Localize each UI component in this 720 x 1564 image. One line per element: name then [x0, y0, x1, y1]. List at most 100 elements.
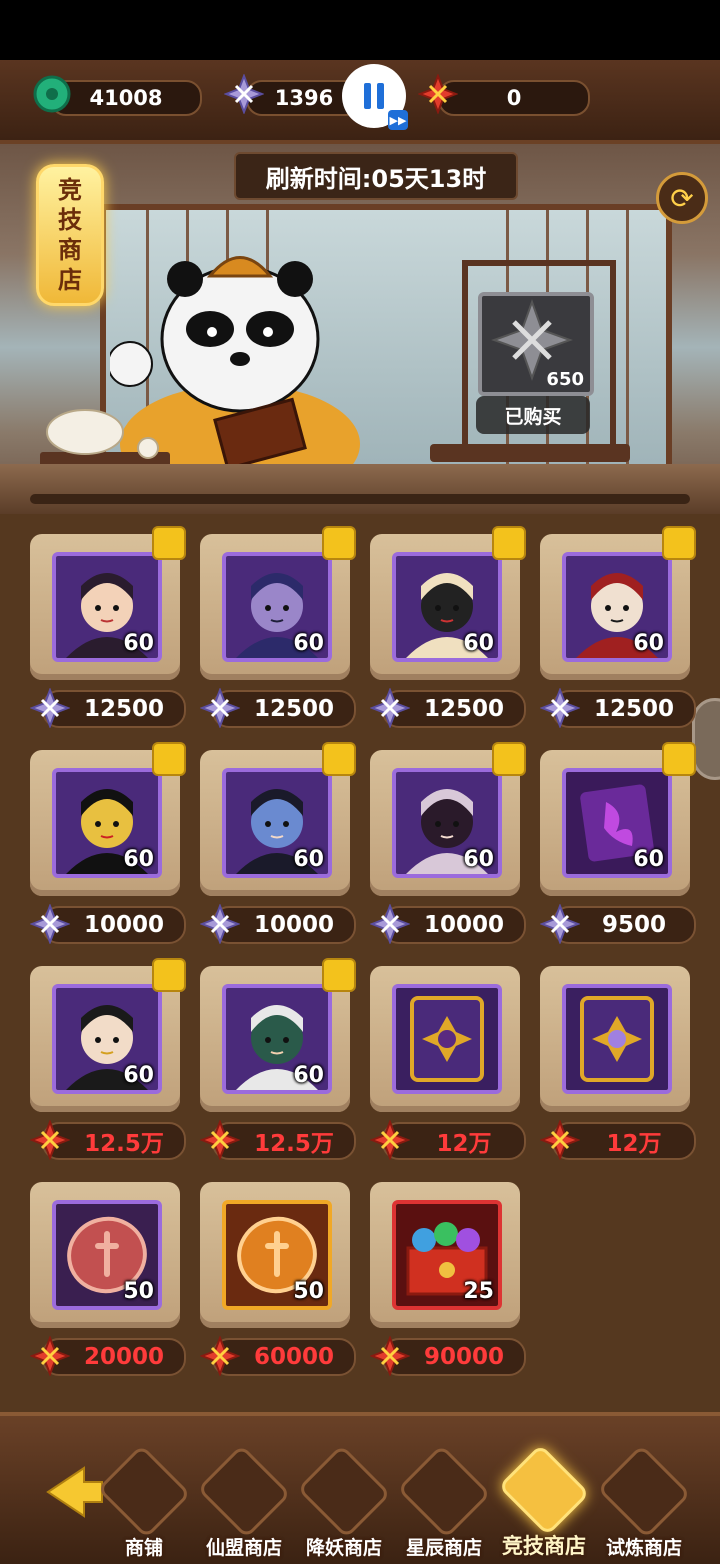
crystal-star-icon [540, 904, 580, 944]
puzzle-piece-icon [662, 742, 696, 776]
item-frame[interactable]: 60 [370, 526, 526, 680]
puzzle-piece-icon [492, 526, 526, 560]
nav-tab[interactable]: 仙盟商店 [196, 1444, 292, 1560]
price-tag[interactable]: 10000 [200, 904, 356, 944]
jade-value: 41008 [89, 86, 163, 110]
item-quantity: 60 [463, 631, 494, 656]
price-tag[interactable]: 12500 [370, 688, 526, 728]
item-frame[interactable]: 25 [370, 1182, 520, 1328]
price-tag[interactable]: 12万 [540, 1120, 696, 1160]
puzzle-piece-icon [152, 958, 186, 992]
banner-icon [196, 1444, 292, 1539]
item-image [562, 984, 672, 1094]
price-value: 12万 [606, 1131, 662, 1157]
item-quantity: 60 [123, 631, 154, 656]
item-frame[interactable]: 60 [540, 526, 696, 680]
puzzle-piece-icon [152, 526, 186, 560]
shop-counter [0, 464, 720, 514]
item-image: 60 [222, 768, 332, 878]
item-quantity: 25 [463, 1279, 494, 1304]
price-tag[interactable]: 10000 [30, 904, 186, 944]
swords-counter: 0 [438, 80, 590, 116]
item-quantity: 60 [293, 847, 324, 872]
jade-icon [33, 75, 71, 113]
price-tag[interactable]: 9500 [540, 904, 696, 944]
nav-tab[interactable]: 降妖商店 [296, 1444, 392, 1560]
pause-button[interactable]: ▶▶ [342, 64, 408, 130]
side-drawer-handle[interactable] [692, 698, 720, 780]
puzzle-piece-icon [322, 958, 356, 992]
item-image: 60 [52, 984, 162, 1094]
price-value: 12500 [83, 696, 165, 722]
price-value: 10000 [253, 912, 335, 938]
item-quantity: 60 [123, 847, 154, 872]
item-image: 60 [52, 768, 162, 878]
crystal-value: 1396 [274, 86, 334, 110]
price-tag[interactable]: 12500 [540, 688, 696, 728]
item-image: 50 [222, 1200, 332, 1310]
nav-tab-label: 降妖商店 [305, 1537, 382, 1559]
nav-tab-label: 竞技商店 [502, 1534, 586, 1558]
tarot-card-icon [566, 988, 668, 1090]
nav-tab[interactable]: 试炼商店 [596, 1444, 692, 1560]
price-value: 12万 [436, 1131, 492, 1157]
fast-forward-icon[interactable]: ▶▶ [388, 110, 408, 130]
tarot-card-icon [396, 988, 498, 1090]
crystal-star-icon [200, 688, 240, 728]
item-image: 60 [392, 768, 502, 878]
item-image: 50 [52, 1200, 162, 1310]
red-swords-icon [200, 1120, 240, 1160]
price-tag[interactable]: 90000 [370, 1336, 526, 1376]
refresh-timer: 刷新时间:05天13时 [234, 152, 518, 200]
item-frame[interactable]: 60 [30, 526, 186, 680]
price-tag[interactable]: 60000 [200, 1336, 356, 1376]
bought-badge: 已购买 [476, 396, 590, 434]
item-image: 60 [562, 768, 672, 878]
nav-tab[interactable]: 星辰商店 [396, 1444, 492, 1560]
red-swords-icon [30, 1120, 70, 1160]
red-swords-icon [370, 1336, 410, 1376]
arena-icon [498, 1444, 590, 1536]
price-value: 60000 [253, 1344, 335, 1370]
nav-tab-label: 星辰商店 [405, 1537, 482, 1559]
price-tag[interactable]: 12500 [30, 688, 186, 728]
shop-banner: 刷新时间:05天13时 竞 技 商 店 ⟳ 650 已购买 [0, 144, 720, 514]
item-frame[interactable]: 50 [200, 1182, 350, 1328]
item-frame[interactable]: 60 [200, 526, 356, 680]
item-image: 60 [562, 552, 672, 662]
item-frame[interactable]: 60 [30, 958, 186, 1112]
item-frame[interactable]: 60 [200, 742, 356, 896]
teapot [40, 409, 170, 468]
red-swords-icon [418, 74, 458, 114]
puzzle-piece-icon [492, 742, 526, 776]
nav-tab[interactable]: 竞技商店 [496, 1444, 592, 1560]
refresh-button[interactable]: ⟳ [656, 172, 708, 224]
price-tag[interactable]: 20000 [30, 1336, 186, 1376]
featured-item[interactable]: 650 [478, 292, 594, 396]
item-frame[interactable]: 60 [540, 742, 696, 896]
item-quantity: 50 [123, 1279, 154, 1304]
item-quantity: 60 [293, 1063, 324, 1088]
price-tag[interactable]: 12500 [200, 688, 356, 728]
item-frame[interactable] [370, 966, 520, 1112]
item-frame[interactable]: 60 [200, 958, 356, 1112]
item-frame[interactable]: 50 [30, 1182, 180, 1328]
nav-tab[interactable]: 商铺 [96, 1444, 192, 1560]
price-value: 12500 [423, 696, 505, 722]
price-tag[interactable]: 12.5万 [200, 1120, 356, 1160]
item-frame[interactable]: 60 [370, 742, 526, 896]
price-value: 12.5万 [84, 1131, 164, 1157]
price-tag[interactable]: 10000 [370, 904, 526, 944]
refresh-timer-text: 刷新时间:05天13时 [265, 164, 487, 193]
price-tag[interactable]: 12.5万 [30, 1120, 186, 1160]
item-frame[interactable] [540, 966, 690, 1112]
swords-value: 0 [506, 86, 522, 110]
puzzle-piece-icon [322, 742, 356, 776]
shop-sign-char: 竞 [58, 176, 82, 204]
price-tag[interactable]: 12万 [370, 1120, 526, 1160]
item-quantity: 60 [123, 1063, 154, 1088]
item-frame[interactable]: 60 [30, 742, 186, 896]
shop-sign-char: 技 [58, 206, 82, 234]
item-quantity: 60 [293, 631, 324, 656]
back-arrow-icon[interactable] [44, 1462, 104, 1522]
